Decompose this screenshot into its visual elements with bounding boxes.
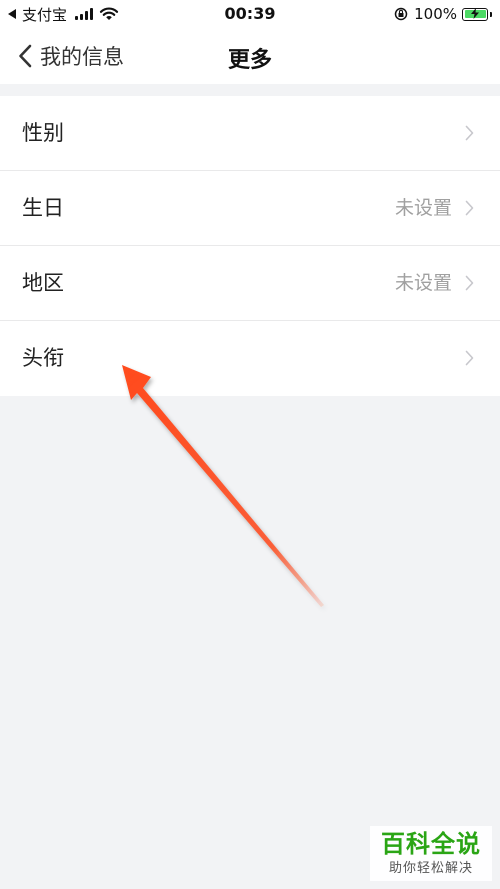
chevron-right-icon [465, 275, 474, 291]
navigation-bar: 我的信息 更多 [0, 28, 500, 84]
arrow-shape [122, 365, 324, 607]
chevron-right-icon [465, 350, 474, 366]
settings-list: 性别 生日 未设置 地区 未设置 头衔 [0, 96, 500, 396]
watermark-subtitle: 助你轻松解决 [388, 861, 473, 876]
watermark-logo: 百科全说 助你轻松解决 [370, 826, 492, 881]
back-button[interactable]: 我的信息 [18, 40, 124, 72]
battery-icon [462, 7, 492, 21]
row-label: 性别 [22, 121, 64, 145]
status-bar: 支付宝 00:39 100% [0, 0, 500, 28]
battery-percent: 100% [414, 5, 457, 23]
chevron-left-icon [19, 44, 32, 68]
row-label: 地区 [22, 271, 64, 295]
back-button-label: 我的信息 [40, 45, 124, 69]
chevron-right-icon [465, 125, 474, 141]
row-label: 生日 [22, 196, 64, 220]
row-gender[interactable]: 性别 [0, 96, 500, 171]
status-right: 100% [394, 4, 492, 24]
row-title[interactable]: 头衔 [0, 321, 500, 396]
chevron-right-icon [465, 200, 474, 216]
row-value: 未设置 [394, 272, 452, 294]
row-birthday[interactable]: 生日 未设置 [0, 171, 500, 246]
row-region[interactable]: 地区 未设置 [0, 246, 500, 321]
row-label: 头衔 [22, 346, 64, 370]
row-value: 未设置 [394, 197, 452, 219]
watermark-title: 百科全说 [381, 830, 481, 858]
orientation-lock-icon [394, 7, 408, 21]
